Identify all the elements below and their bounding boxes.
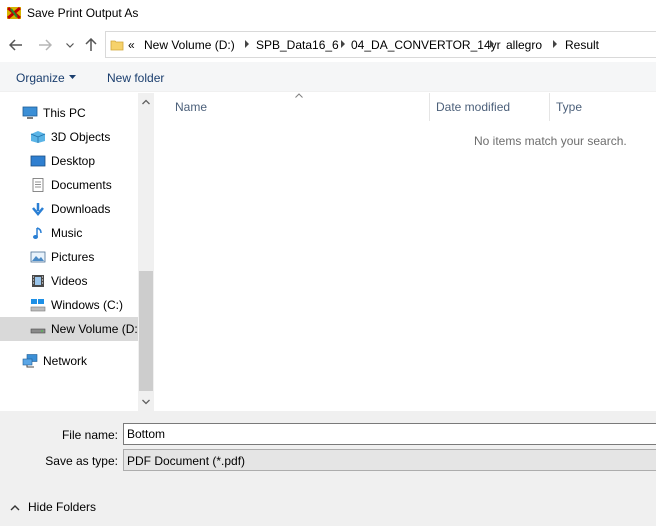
sidebar-item-downloads[interactable]: Downloads <box>0 197 138 221</box>
title-bar: Save Print Output As <box>0 0 656 28</box>
arrow-up-icon <box>85 38 97 51</box>
sidebar-item-label: Downloads <box>51 202 111 216</box>
sidebar-item-network[interactable]: Network <box>0 349 138 373</box>
hide-folders-button[interactable]: Hide Folders <box>10 499 96 515</box>
file-list: Name Date modified Type No items match y… <box>155 93 656 411</box>
arrow-right-icon <box>39 39 52 51</box>
sidebar-item-label: Pictures <box>51 250 95 264</box>
breadcrumb-overflow[interactable]: « <box>128 38 135 52</box>
music-icon <box>33 227 42 239</box>
column-divider[interactable] <box>429 93 430 121</box>
document-icon <box>32 178 44 192</box>
chevron-right-icon[interactable] <box>243 39 251 49</box>
chevron-down-icon[interactable] <box>69 75 76 79</box>
column-header-date-modified[interactable]: Date modified <box>436 100 510 114</box>
sidebar-item-label: Music <box>51 226 83 240</box>
cube-icon <box>30 131 46 143</box>
desktop-icon <box>30 155 46 167</box>
computer-icon <box>22 106 38 119</box>
sidebar-item-pictures[interactable]: Pictures <box>0 245 138 269</box>
sidebar-item-label: 3D Objects <box>51 130 111 144</box>
new-folder-button[interactable]: New folder <box>107 71 164 85</box>
hide-folders-label: Hide Folders <box>28 500 97 514</box>
sort-ascending-icon <box>295 93 303 98</box>
chevron-right-icon[interactable] <box>488 39 496 49</box>
sidebar-item-videos[interactable]: Videos <box>0 269 138 293</box>
scrollbar-thumb[interactable] <box>139 271 153 391</box>
allegro-app-icon <box>7 6 21 20</box>
sidebar-item-desktop[interactable]: Desktop <box>0 149 138 173</box>
sidebar-item-label: Videos <box>51 274 88 288</box>
picture-icon <box>30 251 46 263</box>
filename-input[interactable] <box>123 423 656 445</box>
window-title: Save Print Output As <box>27 6 139 20</box>
sidebar-item-label: Windows (C:) <box>51 298 124 312</box>
organize-button[interactable]: Organize <box>16 71 65 85</box>
chevron-up-icon[interactable] <box>142 99 150 105</box>
save-form: File name: Save as type: PDF Document (*… <box>0 411 656 526</box>
sidebar-item-label: This PC <box>43 106 86 120</box>
breadcrumb-result[interactable]: Result <box>565 38 599 52</box>
sidebar-item-windows-c[interactable]: Windows (C:) <box>0 293 138 317</box>
chevron-right-icon[interactable] <box>551 39 559 49</box>
chevron-down-icon <box>66 42 74 48</box>
film-icon <box>32 275 44 287</box>
sidebar-item-label: Network <box>43 354 88 368</box>
navigation-pane: This PC 3D Objects Desktop Documents Dow… <box>0 93 153 411</box>
empty-folder-message: No items match your search. <box>474 134 627 148</box>
navigation-scrollbar[interactable] <box>138 93 154 411</box>
address-bar[interactable]: « New Volume (D:) SPB_Data16_6 04_DA_CON… <box>105 31 656 58</box>
filename-label: File name: <box>61 428 118 442</box>
download-icon <box>32 203 44 216</box>
network-icon <box>22 354 38 368</box>
back-button[interactable] <box>8 37 24 53</box>
folder-icon <box>110 40 124 51</box>
filetype-label: Save as type: <box>45 454 118 468</box>
column-header-name[interactable]: Name <box>175 100 207 114</box>
breadcrumb-new-volume[interactable]: New Volume (D:) <box>144 38 235 52</box>
sidebar-item-music[interactable]: Music <box>0 221 138 245</box>
column-header-type[interactable]: Type <box>556 100 582 114</box>
windows-drive-icon <box>30 299 46 312</box>
sidebar-item-label: New Volume (D: <box>51 322 138 336</box>
sidebar-item-documents[interactable]: Documents <box>0 173 138 197</box>
chevron-down-icon[interactable] <box>142 399 150 405</box>
navigation-bar: « New Volume (D:) SPB_Data16_6 04_DA_CON… <box>0 28 656 62</box>
column-divider[interactable] <box>549 93 550 121</box>
chevron-up-icon <box>10 504 20 510</box>
breadcrumb-convertor[interactable]: 04_DA_CONVERTOR_14yr <box>351 38 501 52</box>
sidebar-item-3d-objects[interactable]: 3D Objects <box>0 125 138 149</box>
drive-icon <box>30 328 46 334</box>
recent-locations-button[interactable] <box>62 37 78 53</box>
command-toolbar: Organize New folder <box>0 62 656 92</box>
sidebar-item-new-volume-d[interactable]: New Volume (D: <box>0 317 138 341</box>
sidebar-item-this-pc[interactable]: This PC <box>0 101 138 125</box>
breadcrumb-spb-data[interactable]: SPB_Data16_6 <box>256 38 339 52</box>
breadcrumb-allegro[interactable]: allegro <box>506 38 542 52</box>
up-button[interactable] <box>83 37 99 53</box>
sidebar-item-label: Desktop <box>51 154 96 168</box>
filetype-select[interactable]: PDF Document (*.pdf) <box>123 449 656 471</box>
arrow-left-icon <box>9 39 22 51</box>
chevron-right-icon[interactable] <box>339 39 347 49</box>
sidebar-item-label: Documents <box>51 178 112 192</box>
forward-button[interactable] <box>37 37 53 53</box>
